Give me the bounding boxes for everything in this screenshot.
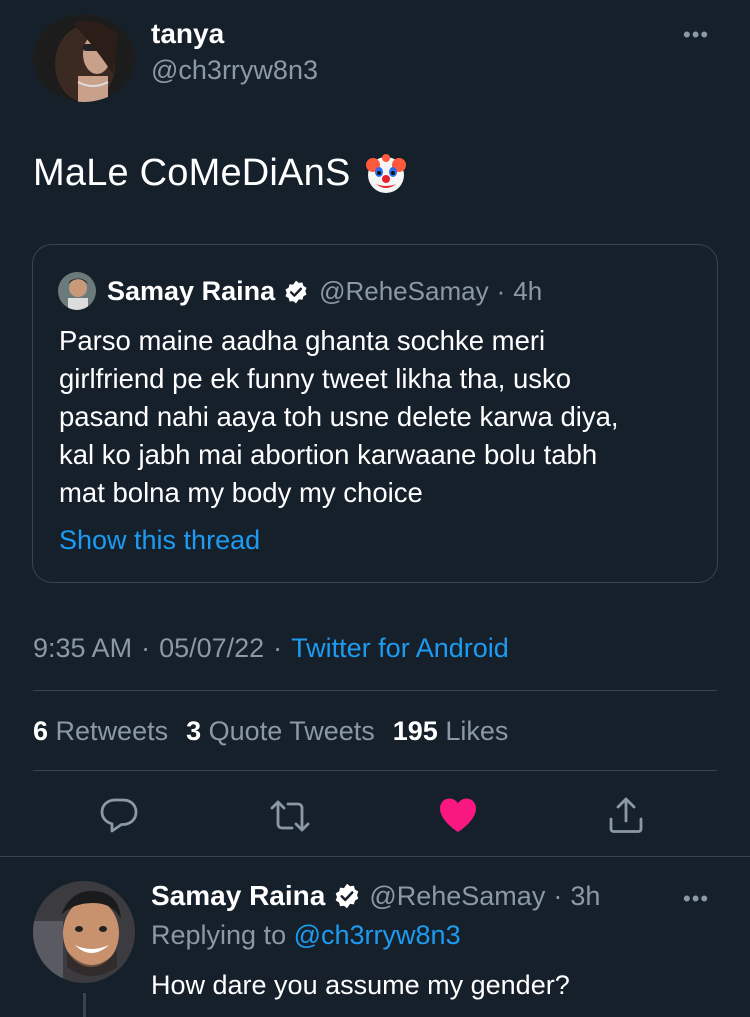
quoted-separator: · (496, 276, 506, 306)
quoted-author-handle[interactable]: @ReheSamay (319, 276, 488, 307)
reply-time-ago[interactable]: 3h (570, 881, 600, 912)
tweet-text-row: MaLe CoMeDiAnS (33, 152, 407, 195)
tweet-text: MaLe CoMeDiAnS (33, 152, 351, 194)
tweet-date[interactable]: 05/07/22 (159, 633, 264, 664)
tweet-time[interactable]: 9:35 AM (33, 633, 132, 664)
reply-header: Samay Raina @ReheSamay · 3h (151, 880, 600, 912)
reply-icon[interactable] (100, 797, 138, 833)
reply-author-handle[interactable]: @ReheSamay (369, 881, 545, 912)
more-options-icon[interactable]: ••• (683, 22, 709, 48)
verified-badge-icon (333, 882, 361, 910)
reply-author-avatar-image (33, 881, 135, 983)
likes-stat[interactable]: 195 Likes (393, 716, 509, 747)
retweet-icon[interactable] (269, 798, 311, 834)
replying-to-handle[interactable]: @ch3rryw8n3 (294, 920, 461, 950)
reply-separator: · (553, 880, 563, 911)
quoted-time-ago[interactable]: 4h (513, 276, 542, 307)
retweets-stat[interactable]: 6 Retweets (33, 716, 168, 747)
divider-top (33, 690, 717, 691)
likes-label: Likes (445, 716, 509, 746)
quotes-count: 3 (186, 716, 202, 746)
author-avatar-image (33, 14, 135, 102)
replying-to: Replying to @ch3rryw8n3 (151, 920, 461, 951)
reply-more-options-icon[interactable]: ••• (683, 886, 709, 912)
divider-reply (0, 856, 750, 857)
verified-badge-icon (283, 279, 309, 305)
meta-separator-2: · (273, 633, 283, 663)
reply-author-name[interactable]: Samay Raina (151, 880, 325, 912)
quotes-stat[interactable]: 3 Quote Tweets (186, 716, 375, 747)
author-handle[interactable]: @ch3rryw8n3 (151, 55, 318, 86)
clown-face-icon (365, 153, 407, 195)
reply-text: How dare you assume my gender? (151, 970, 570, 1000)
likes-count: 195 (392, 716, 438, 746)
tweet-stats: 6 Retweets 3 Quote Tweets 195 Likes (33, 716, 508, 747)
quoted-author-avatar (58, 272, 96, 310)
retweets-label: Retweets (55, 716, 169, 746)
quoted-tweet-header: Samay Raina @ReheSamay · 4h (107, 276, 542, 307)
reply-author-avatar[interactable] (33, 881, 135, 983)
quoted-tweet-text: Parso maine aadha ghanta sochke meri gir… (59, 325, 619, 508)
tweet-detail-page: tanya @ch3rryw8n3 ••• MaLe CoMeDiAnS Sam… (0, 0, 750, 1017)
thread-connector-line (83, 993, 86, 1017)
tweet-source-link[interactable]: Twitter for Android (291, 633, 509, 664)
author-name[interactable]: tanya (151, 18, 224, 50)
divider-bottom (33, 770, 717, 771)
heart-icon[interactable] (438, 797, 478, 833)
show-thread-link[interactable]: Show this thread (59, 525, 260, 556)
meta-separator: · (141, 633, 151, 663)
quoted-author-avatar-image (58, 272, 96, 310)
share-icon[interactable] (606, 795, 646, 835)
quotes-label: Quote Tweets (208, 716, 375, 746)
author-avatar[interactable] (33, 14, 135, 102)
retweets-count: 6 (33, 716, 49, 746)
quoted-author-name[interactable]: Samay Raina (107, 276, 275, 307)
tweet-meta: 9:35 AM · 05/07/22 · Twitter for Android (33, 633, 509, 664)
replying-to-label: Replying to (151, 920, 287, 950)
